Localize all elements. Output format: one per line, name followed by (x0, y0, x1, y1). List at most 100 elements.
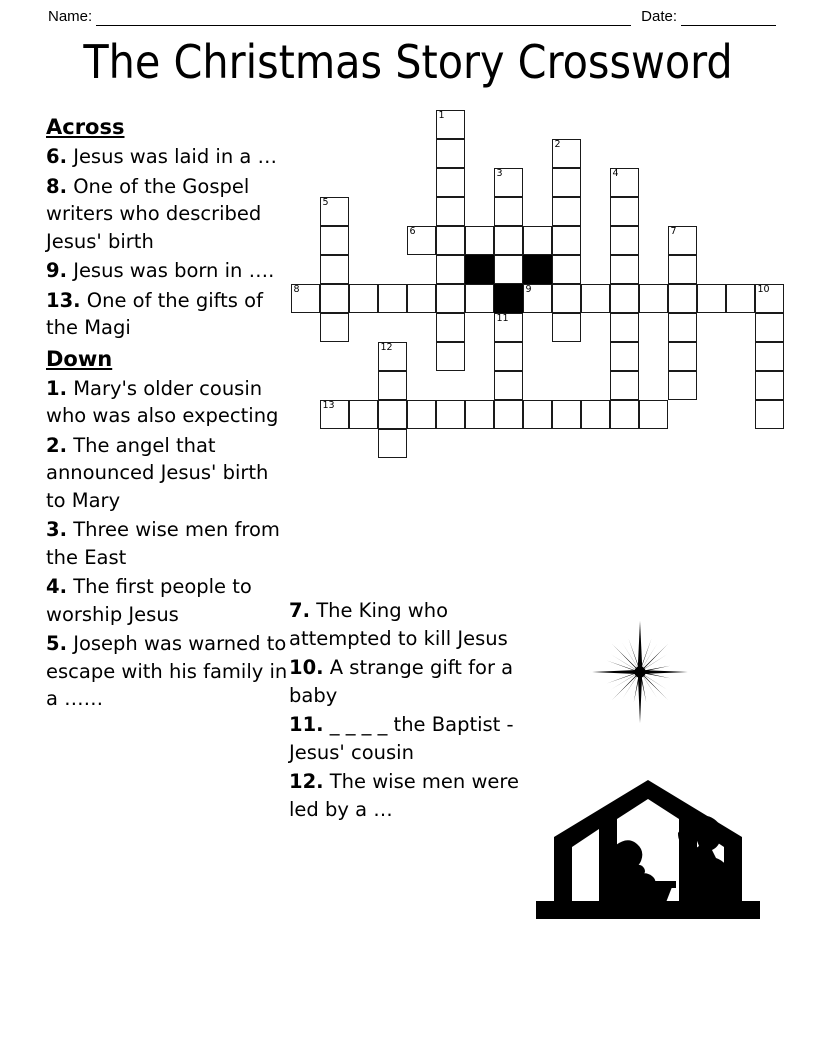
grid-cell-number: 13 (322, 400, 335, 411)
grid-cell[interactable] (552, 255, 581, 284)
grid-cell[interactable] (436, 400, 465, 429)
grid-cell[interactable] (552, 313, 581, 342)
clue-across-6[interactable]: 6. Jesus was laid in a … (46, 143, 289, 171)
nativity-scene-icon (528, 775, 768, 920)
grid-cell[interactable] (349, 400, 378, 429)
grid-cell[interactable] (407, 400, 436, 429)
clue-down-12[interactable]: 12. The wise men were led by a … (289, 768, 525, 823)
clue-down-11[interactable]: 11. _ _ _ _ the Baptist - Jesus' cousin (289, 711, 525, 766)
grid-cell[interactable] (639, 284, 668, 313)
grid-cell[interactable] (494, 371, 523, 400)
grid-cell[interactable] (552, 168, 581, 197)
grid-cell[interactable]: 10 (755, 284, 784, 313)
grid-cell[interactable] (436, 255, 465, 284)
name-write-line[interactable] (96, 11, 632, 26)
grid-cell[interactable] (494, 400, 523, 429)
clue-down-4[interactable]: 4. The first people to worship Jesus (46, 573, 289, 628)
clue-down-7[interactable]: 7. The King who attempted to kill Jesus (289, 597, 525, 652)
clue-text: The wise men were led by a … (289, 770, 520, 821)
grid-cell[interactable] (755, 342, 784, 371)
grid-cell[interactable]: 5 (320, 197, 349, 226)
grid-cell[interactable] (552, 226, 581, 255)
grid-cell[interactable] (436, 168, 465, 197)
clue-down-10[interactable]: 10. A strange gift for a baby (289, 654, 525, 709)
grid-cell[interactable]: 6 (407, 226, 436, 255)
grid-cell[interactable] (320, 226, 349, 255)
grid-cell[interactable] (465, 226, 494, 255)
grid-cell[interactable] (436, 313, 465, 342)
grid-cell[interactable] (552, 197, 581, 226)
clue-number: 13. (46, 288, 81, 312)
grid-cell[interactable]: 1 (436, 110, 465, 139)
grid-cell[interactable]: 8 (291, 284, 320, 313)
grid-cell-number: 5 (322, 197, 329, 208)
grid-cell[interactable] (320, 255, 349, 284)
grid-cell[interactable] (378, 429, 407, 458)
grid-cell[interactable] (494, 197, 523, 226)
grid-cell[interactable] (436, 342, 465, 371)
grid-cell[interactable] (581, 284, 610, 313)
grid-cell[interactable] (320, 313, 349, 342)
clue-down-3[interactable]: 3. Three wise men from the East (46, 516, 289, 571)
crossword-grid[interactable]: 1 2 3 4 5 6 7 8 9 10 11 12 13 (291, 110, 784, 460)
clue-text: The first people to worship Jesus (46, 575, 252, 626)
grid-cell[interactable] (610, 342, 639, 371)
grid-cell[interactable]: 11 (494, 313, 523, 342)
grid-cell[interactable] (610, 226, 639, 255)
grid-cell[interactable] (755, 313, 784, 342)
grid-cell[interactable] (320, 284, 349, 313)
grid-cell[interactable] (523, 400, 552, 429)
clue-down-1[interactable]: 1. Mary's older cousin who was also expe… (46, 375, 289, 430)
grid-cell[interactable] (755, 371, 784, 400)
grid-cell[interactable] (523, 226, 552, 255)
page-title: The Christmas Story Crossword (83, 35, 733, 89)
grid-cell[interactable] (639, 400, 668, 429)
grid-cell[interactable]: 9 (523, 284, 552, 313)
clue-across-8[interactable]: 8. One of the Gospel writers who describ… (46, 173, 289, 256)
grid-cell[interactable] (726, 284, 755, 313)
grid-cell[interactable] (668, 255, 697, 284)
grid-cell[interactable] (610, 255, 639, 284)
clue-across-13[interactable]: 13. One of the gifts of the Magi (46, 287, 289, 342)
grid-cell[interactable] (494, 255, 523, 284)
clue-number: 10. (289, 656, 324, 679)
grid-cell[interactable] (668, 342, 697, 371)
grid-cell[interactable] (552, 284, 581, 313)
grid-cell[interactable] (755, 400, 784, 429)
clue-across-9[interactable]: 9. Jesus was born in …. (46, 257, 289, 285)
grid-cell[interactable] (610, 371, 639, 400)
grid-cell[interactable] (610, 313, 639, 342)
grid-cell[interactable]: 4 (610, 168, 639, 197)
clue-down-5[interactable]: 5. Joseph was warned to escape with his … (46, 630, 289, 713)
grid-cell[interactable] (465, 284, 494, 313)
grid-cell[interactable] (552, 400, 581, 429)
grid-cell[interactable] (610, 197, 639, 226)
grid-cell[interactable] (610, 400, 639, 429)
date-write-line[interactable] (681, 11, 776, 26)
grid-cell[interactable] (668, 313, 697, 342)
grid-cell[interactable]: 3 (494, 168, 523, 197)
grid-cell[interactable] (349, 284, 378, 313)
grid-cell[interactable] (378, 284, 407, 313)
grid-cell[interactable] (581, 400, 610, 429)
grid-cell[interactable] (668, 371, 697, 400)
grid-cell[interactable] (697, 284, 726, 313)
grid-cell[interactable] (407, 284, 436, 313)
grid-cell[interactable] (436, 197, 465, 226)
grid-cell[interactable]: 13 (320, 400, 349, 429)
grid-cell[interactable] (668, 284, 697, 313)
grid-cell[interactable] (610, 284, 639, 313)
grid-cell[interactable] (494, 226, 523, 255)
grid-cell[interactable]: 12 (378, 342, 407, 371)
grid-cell[interactable]: 2 (552, 139, 581, 168)
grid-cell[interactable] (465, 400, 494, 429)
grid-cell[interactable] (378, 400, 407, 429)
grid-cell[interactable] (436, 284, 465, 313)
grid-cell[interactable]: 7 (668, 226, 697, 255)
grid-cell[interactable] (494, 342, 523, 371)
grid-cell[interactable] (436, 226, 465, 255)
clue-text: Mary's older cousin who was also expecti… (46, 376, 279, 428)
grid-cell[interactable] (378, 371, 407, 400)
clue-down-2[interactable]: 2. The angel that announced Jesus' birth… (46, 432, 289, 515)
grid-cell[interactable] (436, 139, 465, 168)
